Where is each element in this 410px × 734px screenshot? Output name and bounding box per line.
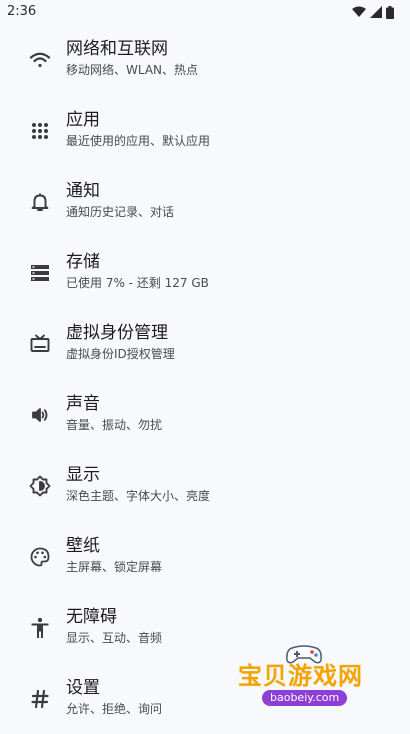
settings-item-title: 通知 <box>66 181 100 201</box>
settings-item-subtitle: 主屏幕、锁定屏幕 <box>66 560 163 574</box>
settings-item-title: 无障碍 <box>66 607 117 627</box>
settings-item-display[interactable]: 显示 深色主题、字体大小、亮度 <box>0 450 410 521</box>
settings-item-subtitle: 移动网络、WLAN、热点 <box>66 63 199 77</box>
settings-item-sound[interactable]: 声音 音量、振动、勿扰 <box>0 379 410 450</box>
settings-item-apps[interactable]: 应用 最近使用的应用、默认应用 <box>0 95 410 166</box>
brightness-icon <box>28 474 52 498</box>
signal-icon <box>370 6 382 18</box>
settings-item-title: 壁纸 <box>66 536 100 556</box>
watermark-text: 宝贝游戏网 <box>238 662 363 690</box>
settings-item-virtual-identity[interactable]: 虚拟身份管理 虚拟身份ID授权管理 <box>0 308 410 379</box>
tv-icon <box>28 332 52 356</box>
accessibility-icon <box>28 616 52 640</box>
palette-icon <box>28 545 52 569</box>
settings-item-title: 显示 <box>66 465 100 485</box>
volume-icon <box>28 403 52 427</box>
apps-grid-icon <box>28 119 52 143</box>
settings-item-title: 声音 <box>66 394 100 414</box>
settings-item-notifications[interactable]: 通知 通知历史记录、对话 <box>0 166 410 237</box>
storage-icon <box>28 261 52 285</box>
status-bar: 2:36 <box>0 0 410 24</box>
settings-item-wallpaper[interactable]: 壁纸 主屏幕、锁定屏幕 <box>0 521 410 592</box>
watermark-logo: 宝贝游戏网 baobeiy.com <box>232 640 378 712</box>
wifi-icon <box>28 48 52 72</box>
settings-item-subtitle: 通知历史记录、对话 <box>66 205 175 219</box>
settings-item-subtitle: 音量、振动、勿扰 <box>66 418 163 432</box>
settings-item-title: 存储 <box>66 252 100 272</box>
settings-item-subtitle: 虚拟身份ID授权管理 <box>66 347 175 361</box>
bell-icon <box>28 190 52 214</box>
settings-item-subtitle: 深色主题、字体大小、亮度 <box>66 489 211 503</box>
settings-item-subtitle: 显示、互动、音频 <box>66 631 163 645</box>
wifi-icon <box>352 6 366 18</box>
settings-item-subtitle: 最近使用的应用、默认应用 <box>66 134 211 148</box>
settings-item-title: 网络和互联网 <box>66 39 168 59</box>
settings-item-subtitle: 允许、拒绝、询问 <box>66 702 163 716</box>
settings-item-storage[interactable]: 存储 已使用 7% - 还剩 127 GB <box>0 237 410 308</box>
hash-icon <box>28 687 52 711</box>
settings-item-title: 设置 <box>66 678 100 698</box>
battery-icon <box>386 5 394 19</box>
watermark-url: baobeiy.com <box>262 690 348 706</box>
settings-item-title: 虚拟身份管理 <box>66 323 168 343</box>
settings-item-network[interactable]: 网络和互联网 移动网络、WLAN、热点 <box>0 24 410 95</box>
status-time: 2:36 <box>7 4 37 19</box>
settings-list: 网络和互联网 移动网络、WLAN、热点 应用 最近使用的应用、默认应用 通知 通… <box>0 24 410 734</box>
status-icons <box>352 4 394 20</box>
settings-item-subtitle: 已使用 7% - 还剩 127 GB <box>66 276 209 290</box>
settings-item-title: 应用 <box>66 110 100 130</box>
